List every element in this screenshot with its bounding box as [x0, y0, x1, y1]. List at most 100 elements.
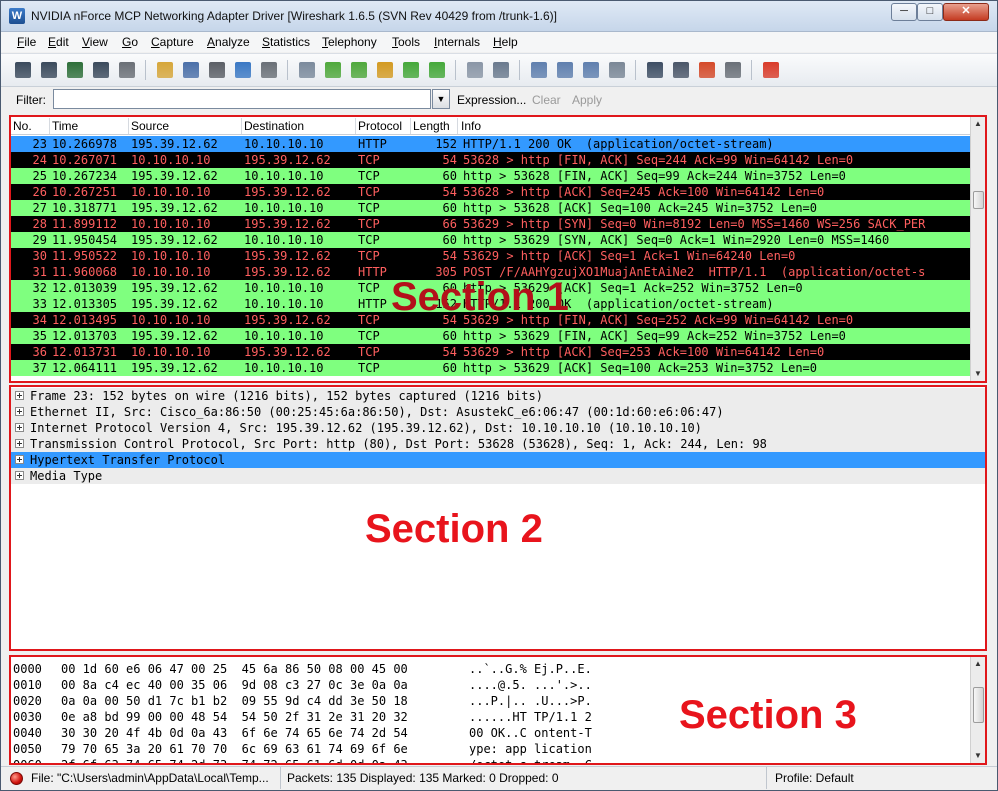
normal-size-icon[interactable] — [583, 62, 599, 78]
go-back-icon[interactable] — [325, 62, 341, 78]
expand-plus-icon[interactable] — [15, 391, 24, 400]
hex-offset[interactable]: 0000 — [13, 661, 42, 677]
column-header-destination[interactable]: Destination — [244, 119, 304, 133]
hex-bytes[interactable]: 30 30 20 4f 4b 0d 0a 43 6f 6e 74 65 6e 7… — [61, 725, 408, 741]
hex-offset[interactable]: 0060 — [13, 757, 42, 763]
hex-ascii[interactable]: ...P.|.. .U...>P. — [469, 693, 592, 709]
hex-bytes[interactable]: 00 8a c4 ec 40 00 35 06 9d 08 c3 27 0c 3… — [61, 677, 408, 693]
column-header-protocol[interactable]: Protocol — [358, 119, 402, 133]
clear-button[interactable]: Clear — [532, 93, 561, 107]
detail-tree-item[interactable]: Hypertext Transfer Protocol — [11, 452, 985, 468]
packet-row[interactable]: 36 12.013731 10.10.10.10 195.39.12.62 TCP 54 5… — [11, 344, 973, 360]
start-capture-icon[interactable] — [67, 62, 83, 78]
detail-tree-item[interactable]: Transmission Control Protocol, Src Port:… — [11, 436, 985, 452]
detail-tree-item[interactable]: Media Type — [11, 468, 985, 484]
hex-ascii[interactable]: 00 OK..C ontent-T — [469, 725, 592, 741]
expand-plus-icon[interactable] — [15, 455, 24, 464]
detail-tree-item[interactable]: Ethernet II, Src: Cisco_6a:86:50 (00:25:… — [11, 404, 985, 420]
close-file-icon[interactable] — [209, 62, 225, 78]
hex-offset[interactable]: 0010 — [13, 677, 42, 693]
detail-tree-item[interactable]: Frame 23: 152 bytes on wire (1216 bits),… — [11, 388, 985, 404]
capture-filters-icon[interactable] — [647, 62, 663, 78]
packet-row[interactable]: 30 11.950522 10.10.10.10 195.39.12.62 TCP 54 5… — [11, 248, 973, 264]
resize-columns-icon[interactable] — [609, 62, 625, 78]
menu-file[interactable]: File — [17, 35, 36, 49]
close-button[interactable]: ✕ — [943, 3, 989, 21]
filter-dropdown-button[interactable]: ▼ — [432, 89, 450, 109]
menu-go[interactable]: Go — [122, 35, 138, 49]
scroll-up-arrow-icon[interactable]: ▲ — [971, 117, 985, 131]
column-header-time[interactable]: Time — [52, 119, 78, 133]
column-header-source[interactable]: Source — [131, 119, 169, 133]
interface-list-icon[interactable] — [15, 62, 31, 78]
hex-offset[interactable]: 0020 — [13, 693, 42, 709]
menu-statistics[interactable]: Statistics — [262, 35, 310, 49]
packet-row[interactable]: 24 10.267071 10.10.10.10 195.39.12.62 TCP 54 5… — [11, 152, 973, 168]
status-profile[interactable]: Profile: Default — [775, 767, 989, 789]
menu-edit[interactable]: Edit — [48, 35, 69, 49]
stop-capture-icon[interactable] — [93, 62, 109, 78]
menu-analyze[interactable]: Analyze — [207, 35, 250, 49]
hex-ascii[interactable]: /octet-s tream..C — [469, 757, 592, 763]
scroll-thumb[interactable] — [973, 191, 984, 209]
go-to-packet-icon[interactable] — [377, 62, 393, 78]
colorize-icon[interactable] — [467, 62, 483, 78]
packet-row[interactable]: 35 12.013703 195.39.12.62 10.10.10.10 TCP 60 h… — [11, 328, 973, 344]
zoom-in-icon[interactable] — [531, 62, 547, 78]
display-filters-icon[interactable] — [673, 62, 689, 78]
hex-offset[interactable]: 0030 — [13, 709, 42, 725]
packet-row[interactable]: 37 12.064111 195.39.12.62 10.10.10.10 TCP 60 h… — [11, 360, 973, 376]
go-last-icon[interactable] — [429, 62, 445, 78]
expression-button[interactable]: Expression... — [457, 93, 526, 107]
hex-offset[interactable]: 0050 — [13, 741, 42, 757]
packet-row[interactable]: 28 11.899112 10.10.10.10 195.39.12.62 TCP 66 5… — [11, 216, 973, 232]
capture-options-icon[interactable] — [41, 62, 57, 78]
go-forward-icon[interactable] — [351, 62, 367, 78]
hex-ascii[interactable]: ......HT TP/1.1 2 — [469, 709, 592, 725]
menu-tools[interactable]: Tools — [392, 35, 420, 49]
packet-row[interactable]: 23 10.266978 195.39.12.62 10.10.10.10 HTTP 15… — [11, 136, 973, 152]
bytes-scroll-down-arrow-icon[interactable]: ▼ — [971, 749, 985, 763]
menu-help[interactable]: Help — [493, 35, 518, 49]
minimize-button[interactable]: ─ — [891, 3, 917, 21]
menu-capture[interactable]: Capture — [151, 35, 194, 49]
bytes-scrollbar[interactable]: ▲ ▼ — [970, 657, 985, 763]
go-first-icon[interactable] — [403, 62, 419, 78]
hex-bytes[interactable]: 0a 0a 00 50 d1 7c b1 b2 09 55 9d c4 dd 3… — [61, 693, 408, 709]
maximize-button[interactable]: □ — [917, 3, 943, 21]
hex-bytes[interactable]: 0e a8 bd 99 00 00 48 54 54 50 2f 31 2e 3… — [61, 709, 408, 725]
find-packet-icon[interactable] — [299, 62, 315, 78]
preferences-icon[interactable] — [725, 62, 741, 78]
hex-ascii[interactable]: ....@.5. ...'.>.. — [469, 677, 592, 693]
apply-button[interactable]: Apply — [572, 93, 602, 107]
expand-plus-icon[interactable] — [15, 407, 24, 416]
packet-row[interactable]: 26 10.267251 10.10.10.10 195.39.12.62 TCP 54 5… — [11, 184, 973, 200]
coloring-rules-icon[interactable] — [699, 62, 715, 78]
bytes-scroll-up-arrow-icon[interactable]: ▲ — [971, 657, 985, 671]
packet-row[interactable]: 29 11.950454 195.39.12.62 10.10.10.10 TCP 60 h… — [11, 232, 973, 248]
expert-info-icon[interactable] — [10, 772, 23, 785]
scroll-down-arrow-icon[interactable]: ▼ — [971, 367, 985, 381]
hex-bytes[interactable]: 2f 6f 63 74 65 74 2d 73 74 72 65 61 6d 0… — [61, 757, 408, 763]
expand-plus-icon[interactable] — [15, 471, 24, 480]
help-icon[interactable] — [763, 62, 779, 78]
menu-telephony[interactable]: Telephony — [322, 35, 377, 49]
hex-bytes[interactable]: 79 70 65 3a 20 61 70 70 6c 69 63 61 74 6… — [61, 741, 408, 757]
autoscroll-icon[interactable] — [493, 62, 509, 78]
menu-internals[interactable]: Internals — [434, 35, 480, 49]
open-file-icon[interactable] — [157, 62, 173, 78]
packet-list-scrollbar[interactable]: ▲ ▼ — [970, 117, 985, 381]
hex-ascii[interactable]: ..`..G.% Ej.P..E. — [469, 661, 592, 677]
detail-tree-item[interactable]: Internet Protocol Version 4, Src: 195.39… — [11, 420, 985, 436]
display-filter-input[interactable] — [53, 89, 431, 109]
menu-view[interactable]: View — [82, 35, 108, 49]
expand-plus-icon[interactable] — [15, 439, 24, 448]
column-header-length[interactable]: Length — [413, 119, 450, 133]
packet-row[interactable]: 25 10.267234 195.39.12.62 10.10.10.10 TCP 60 h… — [11, 168, 973, 184]
packet-row[interactable]: 27 10.318771 195.39.12.62 10.10.10.10 TCP 60 h… — [11, 200, 973, 216]
column-header-info[interactable]: Info — [461, 119, 481, 133]
column-header-no[interactable]: No. — [13, 119, 32, 133]
zoom-out-icon[interactable] — [557, 62, 573, 78]
hex-offset[interactable]: 0040 — [13, 725, 42, 741]
save-file-icon[interactable] — [183, 62, 199, 78]
